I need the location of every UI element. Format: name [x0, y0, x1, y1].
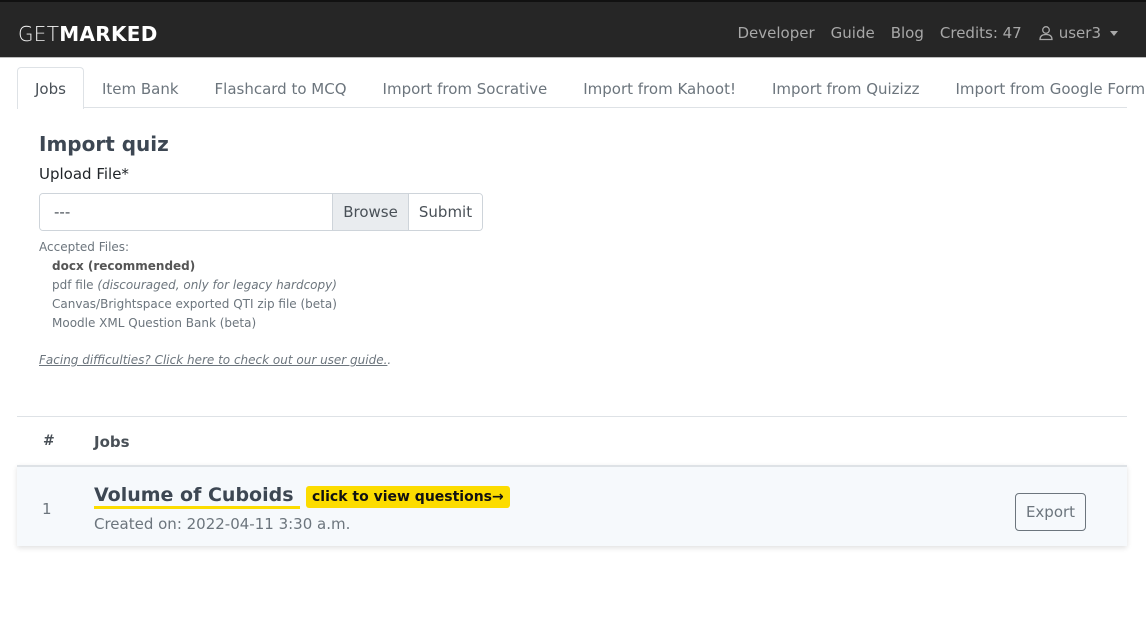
- accepted-pdf-note: (discouraged, only for legacy hardcopy): [97, 278, 337, 292]
- import-quiz-title: Import quiz: [39, 132, 169, 156]
- top-navbar: GETMARKED Developer Guide Blog Credits: …: [0, 0, 1146, 58]
- main-tabs: Jobs Item Bank Flashcard to MCQ Import f…: [17, 67, 1145, 109]
- job-title-link[interactable]: Volume of Cuboids: [94, 484, 300, 509]
- nav-links: Developer Guide Blog Credits: 47 user3: [722, 22, 1118, 44]
- tab-import-quizizz[interactable]: Import from Quizizz: [754, 67, 938, 108]
- tab-import-kahoot[interactable]: Import from Kahoot!: [565, 67, 754, 108]
- tab-import-socrative[interactable]: Import from Socrative: [365, 67, 566, 108]
- table-divider: [17, 416, 1127, 417]
- row-index: 1: [42, 500, 52, 518]
- accepted-files-heading: Accepted Files:: [39, 240, 130, 254]
- user-guide-link-suffix: .: [387, 353, 392, 367]
- user-guide-link-text[interactable]: Facing difficulties? Click here to check…: [39, 353, 387, 367]
- user-name: user3: [1058, 24, 1101, 42]
- export-button[interactable]: Export: [1015, 493, 1086, 531]
- user-menu-toggle[interactable]: user3: [1038, 22, 1118, 44]
- tab-flashcard-to-mcq[interactable]: Flashcard to MCQ: [197, 67, 365, 108]
- tab-import-google-form[interactable]: Import from Google Form: [937, 67, 1146, 108]
- nav-link-blog[interactable]: Blog: [891, 22, 924, 44]
- accepted-docx: docx (recommended): [52, 259, 196, 273]
- brand-bold: MARKED: [59, 22, 158, 46]
- accepted-pdf-label: pdf file: [52, 278, 94, 292]
- credits-counter[interactable]: Credits: 47: [940, 22, 1022, 44]
- brand-light: GET: [18, 22, 60, 46]
- tab-item-bank[interactable]: Item Bank: [84, 67, 197, 108]
- accepted-files-list: Accepted Files: docx (recommended) pdf f…: [39, 238, 337, 333]
- tab-jobs[interactable]: Jobs: [17, 67, 84, 109]
- column-header-jobs: Jobs: [94, 433, 130, 451]
- brand-logo[interactable]: GETMARKED: [18, 22, 158, 46]
- file-upload-group: --- Browse Submit: [39, 193, 483, 231]
- nav-link-guide[interactable]: Guide: [831, 22, 875, 44]
- view-questions-badge[interactable]: click to view questions→: [306, 486, 510, 508]
- accepted-pdf: pdf file (discouraged, only for legacy h…: [39, 276, 337, 295]
- user-icon: [1039, 26, 1053, 41]
- accepted-qti: Canvas/Brightspace exported QTI zip file…: [52, 297, 337, 311]
- caret-down-icon: [1110, 31, 1118, 36]
- job-created-date: Created on: 2022-04-11 3:30 a.m.: [94, 515, 351, 533]
- nav-link-developer[interactable]: Developer: [738, 22, 815, 44]
- column-header-index: #: [43, 433, 55, 449]
- upload-file-label: Upload File*: [39, 165, 129, 183]
- accepted-moodle: Moodle XML Question Bank (beta): [52, 316, 257, 330]
- user-guide-link[interactable]: Facing difficulties? Click here to check…: [39, 353, 391, 367]
- submit-button[interactable]: Submit: [408, 194, 482, 230]
- table-row: 1 Volume of Cuboids click to view questi…: [17, 465, 1127, 546]
- file-input[interactable]: ---: [40, 194, 332, 230]
- browse-button[interactable]: Browse: [332, 194, 408, 230]
